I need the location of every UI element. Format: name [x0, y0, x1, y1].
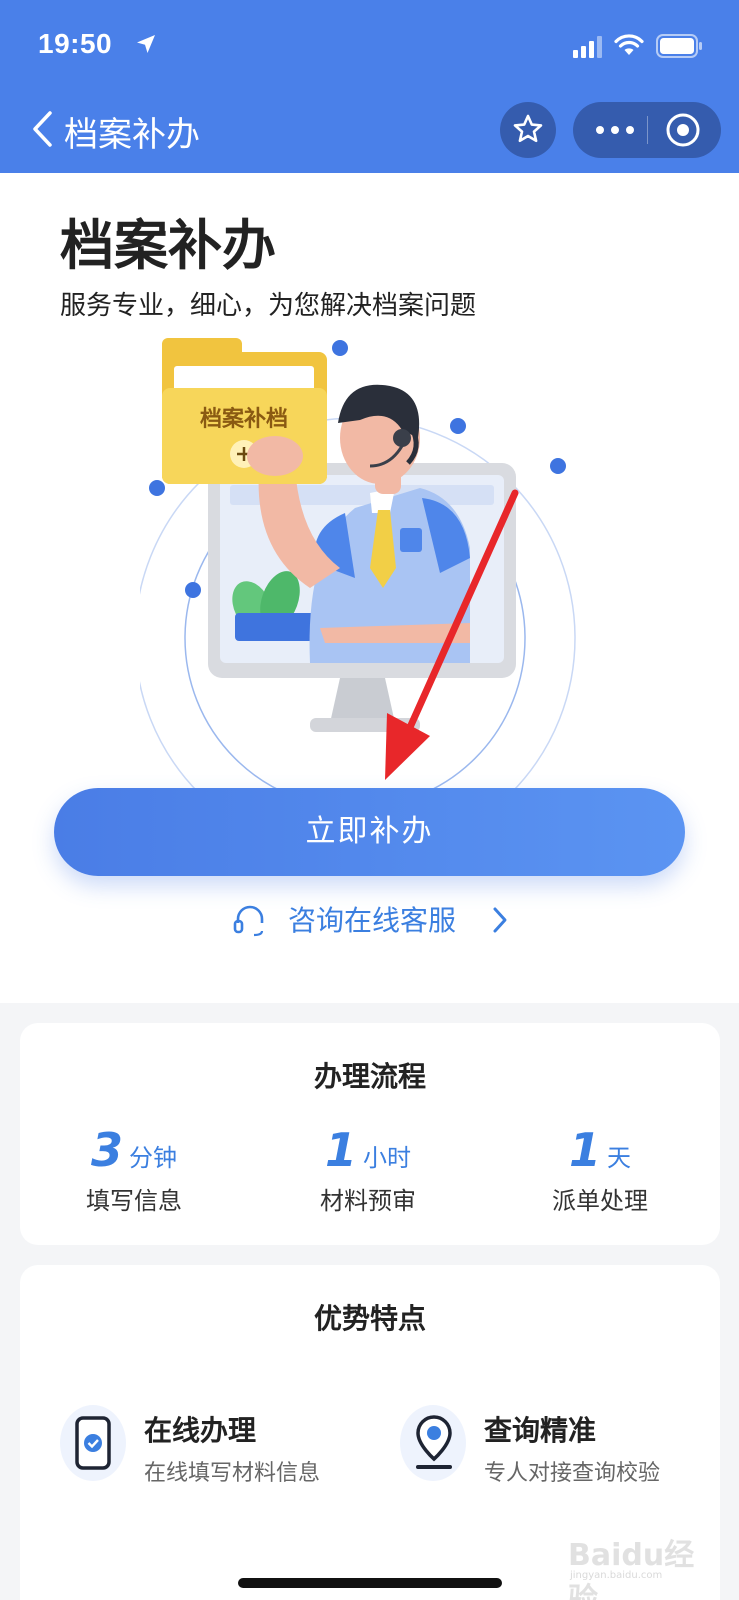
star-icon	[513, 114, 543, 143]
step-value: 3	[90, 1123, 123, 1177]
baidu-watermark: Baidu经验 jingyan.baidu.com	[560, 1530, 720, 1600]
capsule-divider	[647, 116, 648, 144]
page-title: 档案补办	[60, 214, 276, 277]
step-unit: 小时	[363, 1144, 411, 1172]
hero-section: 档案补办 服务专业，细心，为您解决档案问题 档案补档 立即补办 咨询在线客服	[0, 173, 739, 1003]
headset-icon	[233, 905, 264, 937]
watermark-brand: Baidu经验	[568, 1538, 695, 1600]
close-circle-icon[interactable]	[665, 112, 701, 148]
step-label: 派单处理	[552, 1187, 648, 1215]
page-subtitle: 服务专业，细心，为您解决档案问题	[60, 291, 477, 321]
watermark-url: jingyan.baidu.com	[570, 1570, 663, 1581]
nav-title: 档案补办	[64, 115, 200, 155]
process-step: 1 小时 材料预审	[258, 1123, 478, 1238]
favorite-button[interactable]	[500, 102, 556, 158]
feature-title: 在线办理	[144, 1414, 257, 1447]
step-unit: 分钟	[129, 1144, 177, 1172]
wifi-icon	[614, 34, 644, 55]
online-support-label: 咨询在线客服	[288, 904, 457, 937]
feature-icon-background	[400, 1405, 466, 1481]
location-arrow-icon	[137, 35, 155, 53]
step-value: 1	[568, 1123, 601, 1177]
step-label: 材料预审	[320, 1187, 416, 1215]
phone-check-icon	[75, 1416, 111, 1470]
more-dots-icon[interactable]	[593, 120, 637, 140]
red-arrow-annotation	[385, 489, 519, 780]
chevron-right-icon	[493, 907, 507, 933]
feature-icon-background	[60, 1405, 126, 1481]
step-label: 填写信息	[86, 1187, 182, 1215]
home-indicator	[238, 1578, 502, 1588]
process-card: 办理流程 3 分钟 填写信息 1 小时 材料预审 1天 派单处理	[20, 1023, 720, 1245]
status-time: 19:50	[38, 28, 113, 59]
folder-label: 档案补档	[200, 406, 288, 432]
cellular-signal-icon	[573, 36, 602, 58]
feature-title: 查询精准	[484, 1414, 597, 1447]
advantages-title: 优势特点	[313, 1302, 426, 1335]
process-title: 办理流程	[313, 1060, 426, 1093]
apply-now-button[interactable]: 立即补办	[54, 788, 685, 876]
nav-bar: 档案补办	[0, 95, 739, 173]
process-step: 3 分钟 填写信息	[24, 1123, 244, 1238]
mini-program-capsule	[573, 102, 721, 158]
feature-desc: 在线填写材料信息	[144, 1461, 321, 1486]
step-unit: 天	[607, 1144, 631, 1172]
online-support-link[interactable]: 咨询在线客服	[232, 895, 522, 943]
battery-icon	[656, 34, 702, 58]
back-chevron-icon[interactable]	[30, 109, 56, 149]
status-bar: 19:50	[0, 0, 739, 95]
location-pin-icon	[416, 1415, 452, 1469]
process-step: 1天 派单处理	[490, 1123, 710, 1238]
feature-online-handling: 在线办理 在线填写材料信息	[60, 1405, 380, 1495]
feature-precise-query: 查询精准 专人对接查询校验	[400, 1405, 720, 1495]
step-value: 1	[324, 1123, 357, 1177]
header: 19:50 档案补办	[0, 0, 739, 173]
feature-desc: 专人对接查询校验	[484, 1461, 661, 1486]
